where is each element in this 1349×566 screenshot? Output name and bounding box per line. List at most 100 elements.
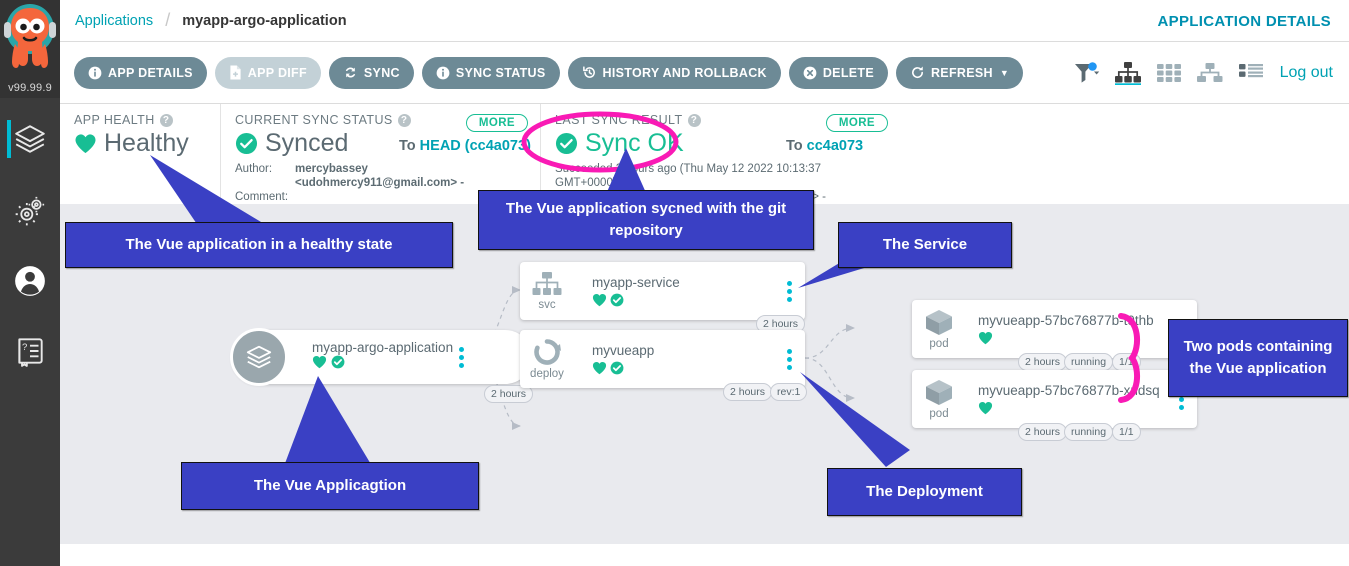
- last-sync-result-panel: LAST SYNC RESULT ? MORE Sync OK To cc4a0…: [540, 104, 900, 217]
- help-icon[interactable]: ?: [159, 113, 173, 127]
- deployment-node-rev-pill: rev:1: [770, 383, 808, 401]
- argo-logo[interactable]: v99.99.9: [0, 0, 60, 98]
- app-details-button[interactable]: APP DETAILS: [74, 56, 207, 89]
- heart-icon: [592, 294, 607, 307]
- sync-button-label: SYNC: [363, 65, 400, 80]
- app-details-button-label: APP DETAILS: [108, 65, 193, 80]
- deployment-node[interactable]: deploy myvueapp: [520, 330, 805, 388]
- top-breadcrumb-bar: Applications / myapp-argo-application AP…: [60, 0, 1349, 42]
- application-toolbar: APP DETAILS APP DIFF SYNC SYNC STATUS HI…: [60, 42, 1349, 104]
- service-node-menu-button[interactable]: [781, 280, 797, 302]
- deployment-node-kind: deploy: [530, 367, 564, 380]
- history-and-rollback-button-label: HISTORY AND ROLLBACK: [602, 65, 767, 80]
- heart-icon: [978, 332, 993, 345]
- pod-node-1-kind: pod: [929, 337, 949, 350]
- pod-node-1-ready-pill: 1/1: [1112, 353, 1141, 371]
- annotation-synced: The Vue application sycned with the git …: [478, 190, 814, 250]
- current-sync-more-button[interactable]: MORE: [465, 114, 528, 132]
- annotation-application: The Vue Applicagtion: [181, 462, 479, 510]
- pod-node-2[interactable]: pod myvueapp-57bc76877b-xndsq: [912, 370, 1197, 428]
- tiles-view-icon[interactable]: [1156, 62, 1182, 84]
- pod-node-1-state-pill: running: [1064, 353, 1114, 371]
- last-sync-detail-line1: Succeeded 2 hours ago (Thu May 12 2022 1…: [555, 163, 821, 175]
- pod-node-1-age-pill: 2 hours: [1018, 353, 1068, 371]
- delete-button-label: DELETE: [822, 65, 874, 80]
- application-node[interactable]: myapp-argo-application: [230, 328, 532, 386]
- svg-text:?: ?: [22, 342, 27, 353]
- gear-icon: [15, 196, 45, 226]
- history-and-rollback-button[interactable]: HISTORY AND ROLLBACK: [567, 56, 781, 89]
- heart-icon: [312, 356, 327, 369]
- check-circle-icon: [610, 293, 624, 307]
- delete-icon: [803, 66, 817, 79]
- refresh-button[interactable]: REFRESH ▼: [895, 56, 1024, 89]
- head-revision-link[interactable]: HEAD (cc4a073): [420, 138, 531, 154]
- deployment-node-name: myvueapp: [592, 343, 655, 358]
- book-icon: ?: [18, 338, 43, 367]
- app-health-panel: APP HEALTH ? Healthy: [60, 104, 220, 204]
- file-diff-icon: [230, 65, 241, 80]
- pod-icon: [926, 309, 952, 335]
- layers-icon: [15, 125, 45, 153]
- application-node-menu-button[interactable]: [453, 346, 469, 368]
- check-circle-icon: [555, 132, 578, 155]
- network-view-icon[interactable]: [1196, 62, 1224, 84]
- author-key: Author:: [235, 163, 273, 175]
- pod-node-2-status-icons: [978, 401, 1173, 415]
- revision-link[interactable]: cc4a073: [807, 138, 863, 154]
- current-sync-target-revision: To HEAD (cc4a073): [399, 138, 531, 154]
- check-circle-icon: [610, 361, 624, 375]
- version-label: v99.99.9: [8, 82, 52, 94]
- annotation-healthy: The Vue application in a healthy state: [65, 222, 453, 268]
- layers-icon: [246, 345, 272, 369]
- last-sync-more-button[interactable]: MORE: [825, 114, 888, 132]
- sidebar-item-applications[interactable]: [0, 108, 60, 170]
- logout-link[interactable]: Log out: [1280, 64, 1333, 82]
- pod-node-2-state-pill: running: [1064, 423, 1114, 441]
- argocd-application-details-page: v99.99.9 ? Applications / myapp-argo-app…: [0, 0, 1349, 566]
- help-icon[interactable]: ?: [397, 113, 411, 127]
- current-sync-status-value: Synced: [265, 129, 349, 157]
- canvas-bottom-strip: [60, 544, 1349, 566]
- author-value: mercybassey <udohmercy911@gmail.com> -: [295, 163, 465, 189]
- pod-node-2-ready-pill: 1/1: [1112, 423, 1141, 441]
- breadcrumb-separator: /: [165, 10, 171, 30]
- annotation-pods: Two pods containing the Vue application: [1168, 319, 1348, 397]
- sync-status-button[interactable]: SYNC STATUS: [421, 56, 560, 89]
- sidebar-item-user-info[interactable]: [0, 250, 60, 312]
- page-title: APPLICATION DETAILS: [1157, 13, 1331, 30]
- help-icon[interactable]: ?: [687, 113, 701, 127]
- tree-view-icon[interactable]: [1114, 61, 1142, 85]
- to-prefix: To: [399, 138, 416, 154]
- annotation-service: The Service: [838, 222, 1012, 268]
- info-icon: [88, 66, 102, 79]
- delete-button[interactable]: DELETE: [788, 56, 888, 89]
- service-icon: [532, 271, 562, 295]
- to-prefix: To: [786, 138, 803, 154]
- sidebar-item-settings[interactable]: [0, 180, 60, 242]
- info-icon: [436, 66, 450, 79]
- filter-icon[interactable]: [1074, 62, 1100, 84]
- application-node-status-icons: [312, 355, 453, 374]
- service-node[interactable]: svc myapp-service: [520, 262, 805, 320]
- status-panels: APP HEALTH ? Healthy CURRENT SYNC STATUS…: [60, 104, 1349, 217]
- app-health-label-text: APP HEALTH: [74, 113, 155, 127]
- sync-button[interactable]: SYNC: [328, 56, 414, 89]
- service-node-icon-wrap: svc: [520, 271, 574, 311]
- application-node-name: myapp-argo-application: [312, 340, 454, 355]
- breadcrumb-applications-link[interactable]: Applications: [75, 13, 153, 29]
- last-sync-detail-line2: GMT+0000): [555, 177, 617, 189]
- check-circle-icon: [235, 132, 258, 155]
- deployment-node-status-icons: [592, 361, 781, 375]
- list-view-icon[interactable]: [1238, 62, 1264, 84]
- heart-icon: [978, 402, 993, 415]
- app-diff-button[interactable]: APP DIFF: [214, 56, 321, 89]
- pod-node-1[interactable]: pod myvueapp-57bc76877b-t9thb: [912, 300, 1197, 358]
- deployment-node-icon-wrap: deploy: [520, 338, 574, 380]
- sidebar-item-documentation[interactable]: ?: [0, 320, 60, 382]
- app-health-value: Healthy: [104, 129, 189, 157]
- sync-status-button-label: SYNC STATUS: [455, 65, 546, 80]
- deployment-node-menu-button[interactable]: [781, 348, 797, 370]
- pod-node-1-icon-wrap: pod: [912, 309, 966, 350]
- pod-node-2-kind: pod: [929, 407, 949, 420]
